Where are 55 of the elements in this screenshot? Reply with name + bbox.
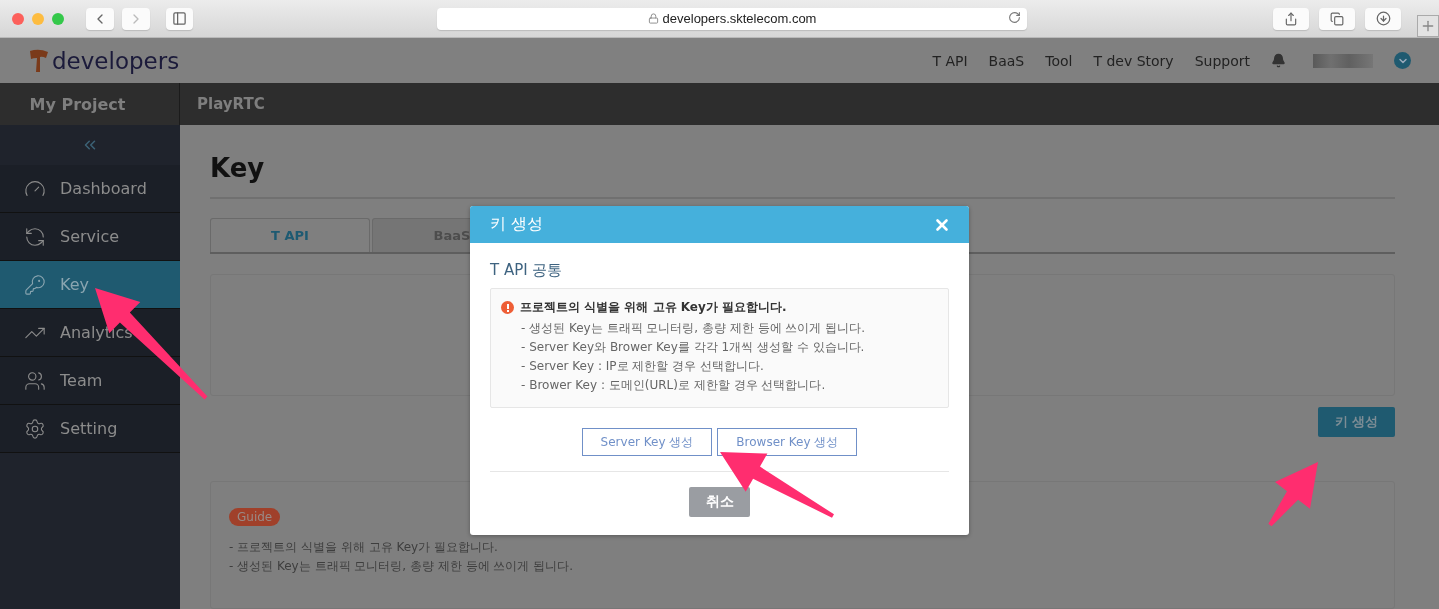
notice-text: - 생성된 Key는 트래픽 모니터링, 총량 제한 등에 쓰이게 됩니다. <box>520 320 867 337</box>
new-tab-button[interactable] <box>1417 15 1439 37</box>
logo-text[interactable]: developers <box>52 47 180 74</box>
nav-link[interactable]: Support <box>1194 52 1250 69</box>
logo-icon <box>28 47 50 74</box>
sidebar-icon <box>24 273 46 296</box>
minimize-light-icon[interactable] <box>32 12 44 25</box>
redacted-username <box>1313 53 1373 68</box>
tabs-button[interactable] <box>1319 7 1355 30</box>
pointer-arrow <box>1268 462 1318 527</box>
create-key-option-button[interactable]: Browser Key 생성 <box>717 428 858 456</box>
notice-text: - Brower Key : 도메인(URL)로 제한할 경우 선택합니다. <box>520 377 827 394</box>
tabs-icon <box>1330 11 1344 26</box>
url-text: developers.sktelecom.com <box>662 11 817 26</box>
sidebar-item[interactable]: Service <box>0 213 180 261</box>
guide-text: - 생성된 Key는 트래픽 모니터링, 총량 제한 등에 쓰이게 됩니다. <box>229 557 574 575</box>
sidebar-icon <box>24 369 46 392</box>
forward-button[interactable] <box>122 7 150 30</box>
notice-text: - Server Key와 Brower Key를 각각 1개씩 생성할 수 있습니다. <box>520 339 866 356</box>
download-icon <box>1375 11 1391 26</box>
page-title: Key <box>210 153 1395 199</box>
nav-link[interactable]: BaaS <box>988 52 1025 69</box>
sidebar-item[interactable]: Team <box>0 357 180 405</box>
guide-badge: Guide <box>229 507 281 526</box>
share-button[interactable] <box>1273 7 1309 30</box>
reload-icon[interactable] <box>1008 10 1021 24</box>
sidebar-item[interactable]: Setting <box>0 405 180 453</box>
nav-link[interactable]: T API <box>932 52 968 69</box>
notice-text: - Server Key : IP로 제한할 경우 선택합니다. <box>520 358 765 375</box>
zoom-light-icon[interactable] <box>52 12 64 25</box>
create-key-button[interactable]: 키 생성 <box>1318 406 1395 437</box>
sidebar-item[interactable]: Dashboard <box>0 165 180 213</box>
address-field[interactable]: developers.sktelecom.com <box>437 7 1027 30</box>
plus-icon <box>1420 18 1436 34</box>
notice-heading: 프로젝트의 식별을 위해 고유 Key가 필요합니다. <box>520 299 787 316</box>
bell-icon[interactable] <box>1271 53 1286 68</box>
sidebar-item[interactable]: Key <box>0 261 180 309</box>
lock-icon <box>647 13 659 24</box>
alert-icon <box>501 301 514 314</box>
sidebar-icon <box>24 225 46 248</box>
guide-text: - 프로젝트의 식별을 위해 고유 Key가 필요합니다. <box>229 538 499 556</box>
sidebar-icon <box>172 11 187 26</box>
download-button[interactable] <box>1365 7 1401 30</box>
project-name: PlayRTC <box>196 94 265 115</box>
close-light-icon[interactable] <box>12 12 24 25</box>
share-icon <box>1284 11 1298 26</box>
create-key-option-button[interactable]: Server Key 생성 <box>581 428 713 456</box>
account-dropdown-button[interactable] <box>1394 52 1411 69</box>
cancel-button[interactable]: 취소 <box>689 487 750 517</box>
back-button[interactable] <box>86 7 114 30</box>
section-title: T API 공통 <box>490 261 564 280</box>
nav-link[interactable]: Tool <box>1045 52 1073 69</box>
sidebar-button[interactable] <box>166 7 193 30</box>
nav-link[interactable]: T dev Story <box>1093 52 1174 69</box>
sidebar-icon <box>24 417 46 440</box>
